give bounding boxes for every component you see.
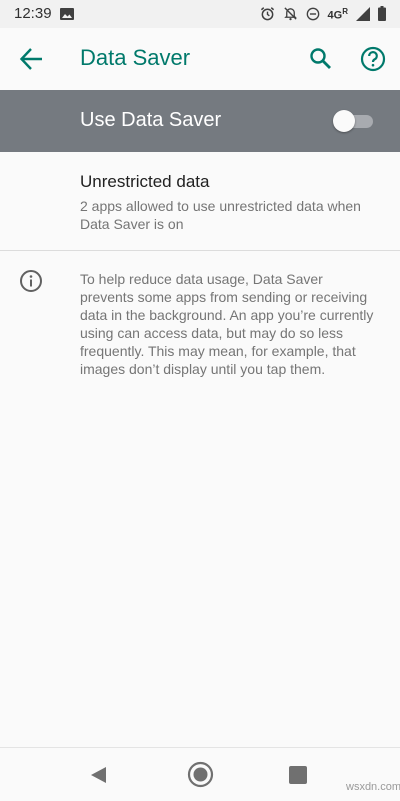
nav-recents-icon[interactable] — [289, 766, 307, 784]
status-time: 12:39 — [14, 5, 52, 22]
footer-text: To help reduce data usage, Data Saver pr… — [80, 271, 374, 377]
battery-icon — [378, 6, 386, 26]
page-title: Data Saver — [80, 45, 191, 70]
nav-home-icon[interactable] — [187, 761, 214, 788]
unrestricted-data-title: Unrestricted data — [80, 172, 210, 191]
use-data-saver-switch-bar[interactable]: Use Data Saver — [0, 90, 400, 152]
notifications-off-icon — [283, 6, 298, 26]
use-data-saver-toggle[interactable] — [333, 110, 373, 132]
nav-back-icon[interactable] — [88, 764, 110, 786]
help-icon[interactable] — [359, 45, 387, 73]
alarm-icon — [260, 6, 275, 26]
do-not-disturb-icon — [306, 7, 320, 26]
image-icon — [60, 7, 74, 25]
info-icon — [19, 269, 43, 293]
data-saver-footer: To help reduce data usage, Data Saver pr… — [0, 251, 400, 411]
status-bar: 12:39 4GR — [0, 0, 400, 28]
toggle-thumb — [333, 110, 355, 132]
status-icons: 4GR — [260, 6, 386, 26]
search-icon[interactable] — [308, 46, 334, 72]
arrow-back-icon[interactable] — [18, 46, 46, 72]
use-data-saver-label: Use Data Saver — [80, 109, 222, 131]
app-bar: Data Saver — [0, 28, 400, 90]
navigation-bar — [0, 747, 400, 801]
signal-icon — [356, 6, 370, 26]
unrestricted-data-summary: 2 apps allowed to use unrestricted data … — [80, 198, 361, 232]
watermark-text: wsxdn.com — [346, 781, 400, 793]
network-type: 4GR — [327, 6, 348, 22]
unrestricted-data-item[interactable]: Unrestricted data 2 apps allowed to use … — [0, 152, 400, 251]
